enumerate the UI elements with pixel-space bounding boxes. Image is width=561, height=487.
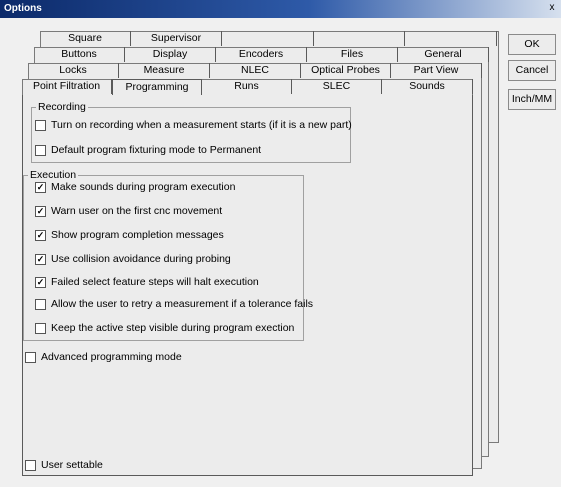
- checkbox-box[interactable]: ✓: [35, 205, 46, 217]
- checkbox-label: Advanced programming mode: [41, 351, 182, 363]
- checkbox-label: User settable: [41, 459, 103, 471]
- tab-supervisor[interactable]: Supervisor: [131, 31, 222, 46]
- ok-button[interactable]: OK: [508, 34, 556, 55]
- checkbox-label: Make sounds during program execution: [51, 181, 236, 193]
- checkbox-box[interactable]: ✓: [35, 229, 46, 241]
- checkbox-box[interactable]: [35, 144, 46, 156]
- tab-part-view[interactable]: Part View: [391, 63, 482, 78]
- tab-blank-3[interactable]: [405, 31, 497, 46]
- title-bar: Options x: [0, 0, 561, 18]
- checkbox-box[interactable]: ✓: [35, 253, 46, 265]
- checkbox-label: Warn user on the first cnc movement: [51, 205, 223, 217]
- checkbox-completion-messages[interactable]: ✓ Show program completion messages: [35, 229, 224, 241]
- tab-programming[interactable]: Programming: [112, 79, 202, 95]
- checkbox-keep-step-visible[interactable]: Keep the active step visible during prog…: [35, 322, 294, 334]
- tab-files[interactable]: Files: [307, 47, 398, 62]
- tab-runs[interactable]: Runs: [202, 79, 292, 94]
- checkbox-warn-cnc[interactable]: ✓ Warn user on the first cnc movement: [35, 205, 222, 217]
- checkbox-box[interactable]: [25, 351, 36, 363]
- tab-buttons[interactable]: Buttons: [34, 47, 125, 62]
- checkbox-advanced-programming[interactable]: Advanced programming mode: [25, 351, 182, 363]
- checkbox-label: Turn on recording when a measurement sta…: [51, 119, 352, 131]
- checkbox-box[interactable]: ✓: [35, 276, 46, 288]
- tab-blank-2[interactable]: [314, 31, 405, 46]
- checkbox-box[interactable]: [35, 298, 46, 310]
- tab-square[interactable]: Square: [40, 31, 131, 46]
- window-title: Options: [4, 3, 42, 14]
- tab-nlec[interactable]: NLEC: [210, 63, 301, 78]
- tab-locks[interactable]: Locks: [28, 63, 119, 78]
- checkbox-label: Use collision avoidance during probing: [51, 253, 231, 265]
- checkbox-label: Default program fixturing mode to Perman…: [51, 144, 262, 156]
- tab-slec[interactable]: SLEC: [292, 79, 382, 94]
- checkbox-box[interactable]: [35, 322, 46, 334]
- tab-encoders[interactable]: Encoders: [216, 47, 307, 62]
- tab-measure[interactable]: Measure: [119, 63, 210, 78]
- checkbox-label: Failed select feature steps will halt ex…: [51, 276, 259, 288]
- checkbox-label: Show program completion messages: [51, 229, 224, 241]
- checkbox-label: Keep the active step visible during prog…: [51, 322, 295, 334]
- checkbox-turn-on-recording[interactable]: Turn on recording when a measurement sta…: [35, 119, 352, 131]
- checkbox-box[interactable]: [25, 459, 36, 471]
- tab-blank-1[interactable]: [222, 31, 314, 46]
- checkbox-make-sounds[interactable]: ✓ Make sounds during program execution: [35, 181, 235, 193]
- checkbox-retry-measurement[interactable]: Allow the user to retry a measurement if…: [35, 298, 313, 310]
- checkbox-label: Allow the user to retry a measurement if…: [51, 298, 314, 310]
- tab-optical-probes[interactable]: Optical Probes: [301, 63, 391, 78]
- checkbox-user-settable[interactable]: User settable: [25, 459, 103, 471]
- checkbox-default-fixturing[interactable]: Default program fixturing mode to Perman…: [35, 144, 261, 156]
- tab-point-filtration[interactable]: Point Filtration: [22, 79, 112, 94]
- tab-display[interactable]: Display: [125, 47, 216, 62]
- recording-group-title: Recording: [38, 101, 86, 113]
- checkbox-failed-select-halt[interactable]: ✓ Failed select feature steps will halt …: [35, 276, 259, 288]
- tab-general[interactable]: General: [398, 47, 489, 62]
- tab-sounds[interactable]: Sounds: [382, 79, 473, 94]
- close-icon[interactable]: x: [545, 2, 559, 15]
- checkbox-box[interactable]: [35, 119, 46, 131]
- programming-page: Recording Turn on recording when a measu…: [22, 95, 473, 476]
- checkbox-box[interactable]: ✓: [35, 181, 46, 193]
- cancel-button[interactable]: Cancel: [508, 60, 556, 81]
- execution-group-title: Execution: [30, 169, 77, 181]
- checkbox-collision-avoidance[interactable]: ✓ Use collision avoidance during probing: [35, 253, 231, 265]
- inch-mm-button[interactable]: Inch/MM: [508, 89, 556, 110]
